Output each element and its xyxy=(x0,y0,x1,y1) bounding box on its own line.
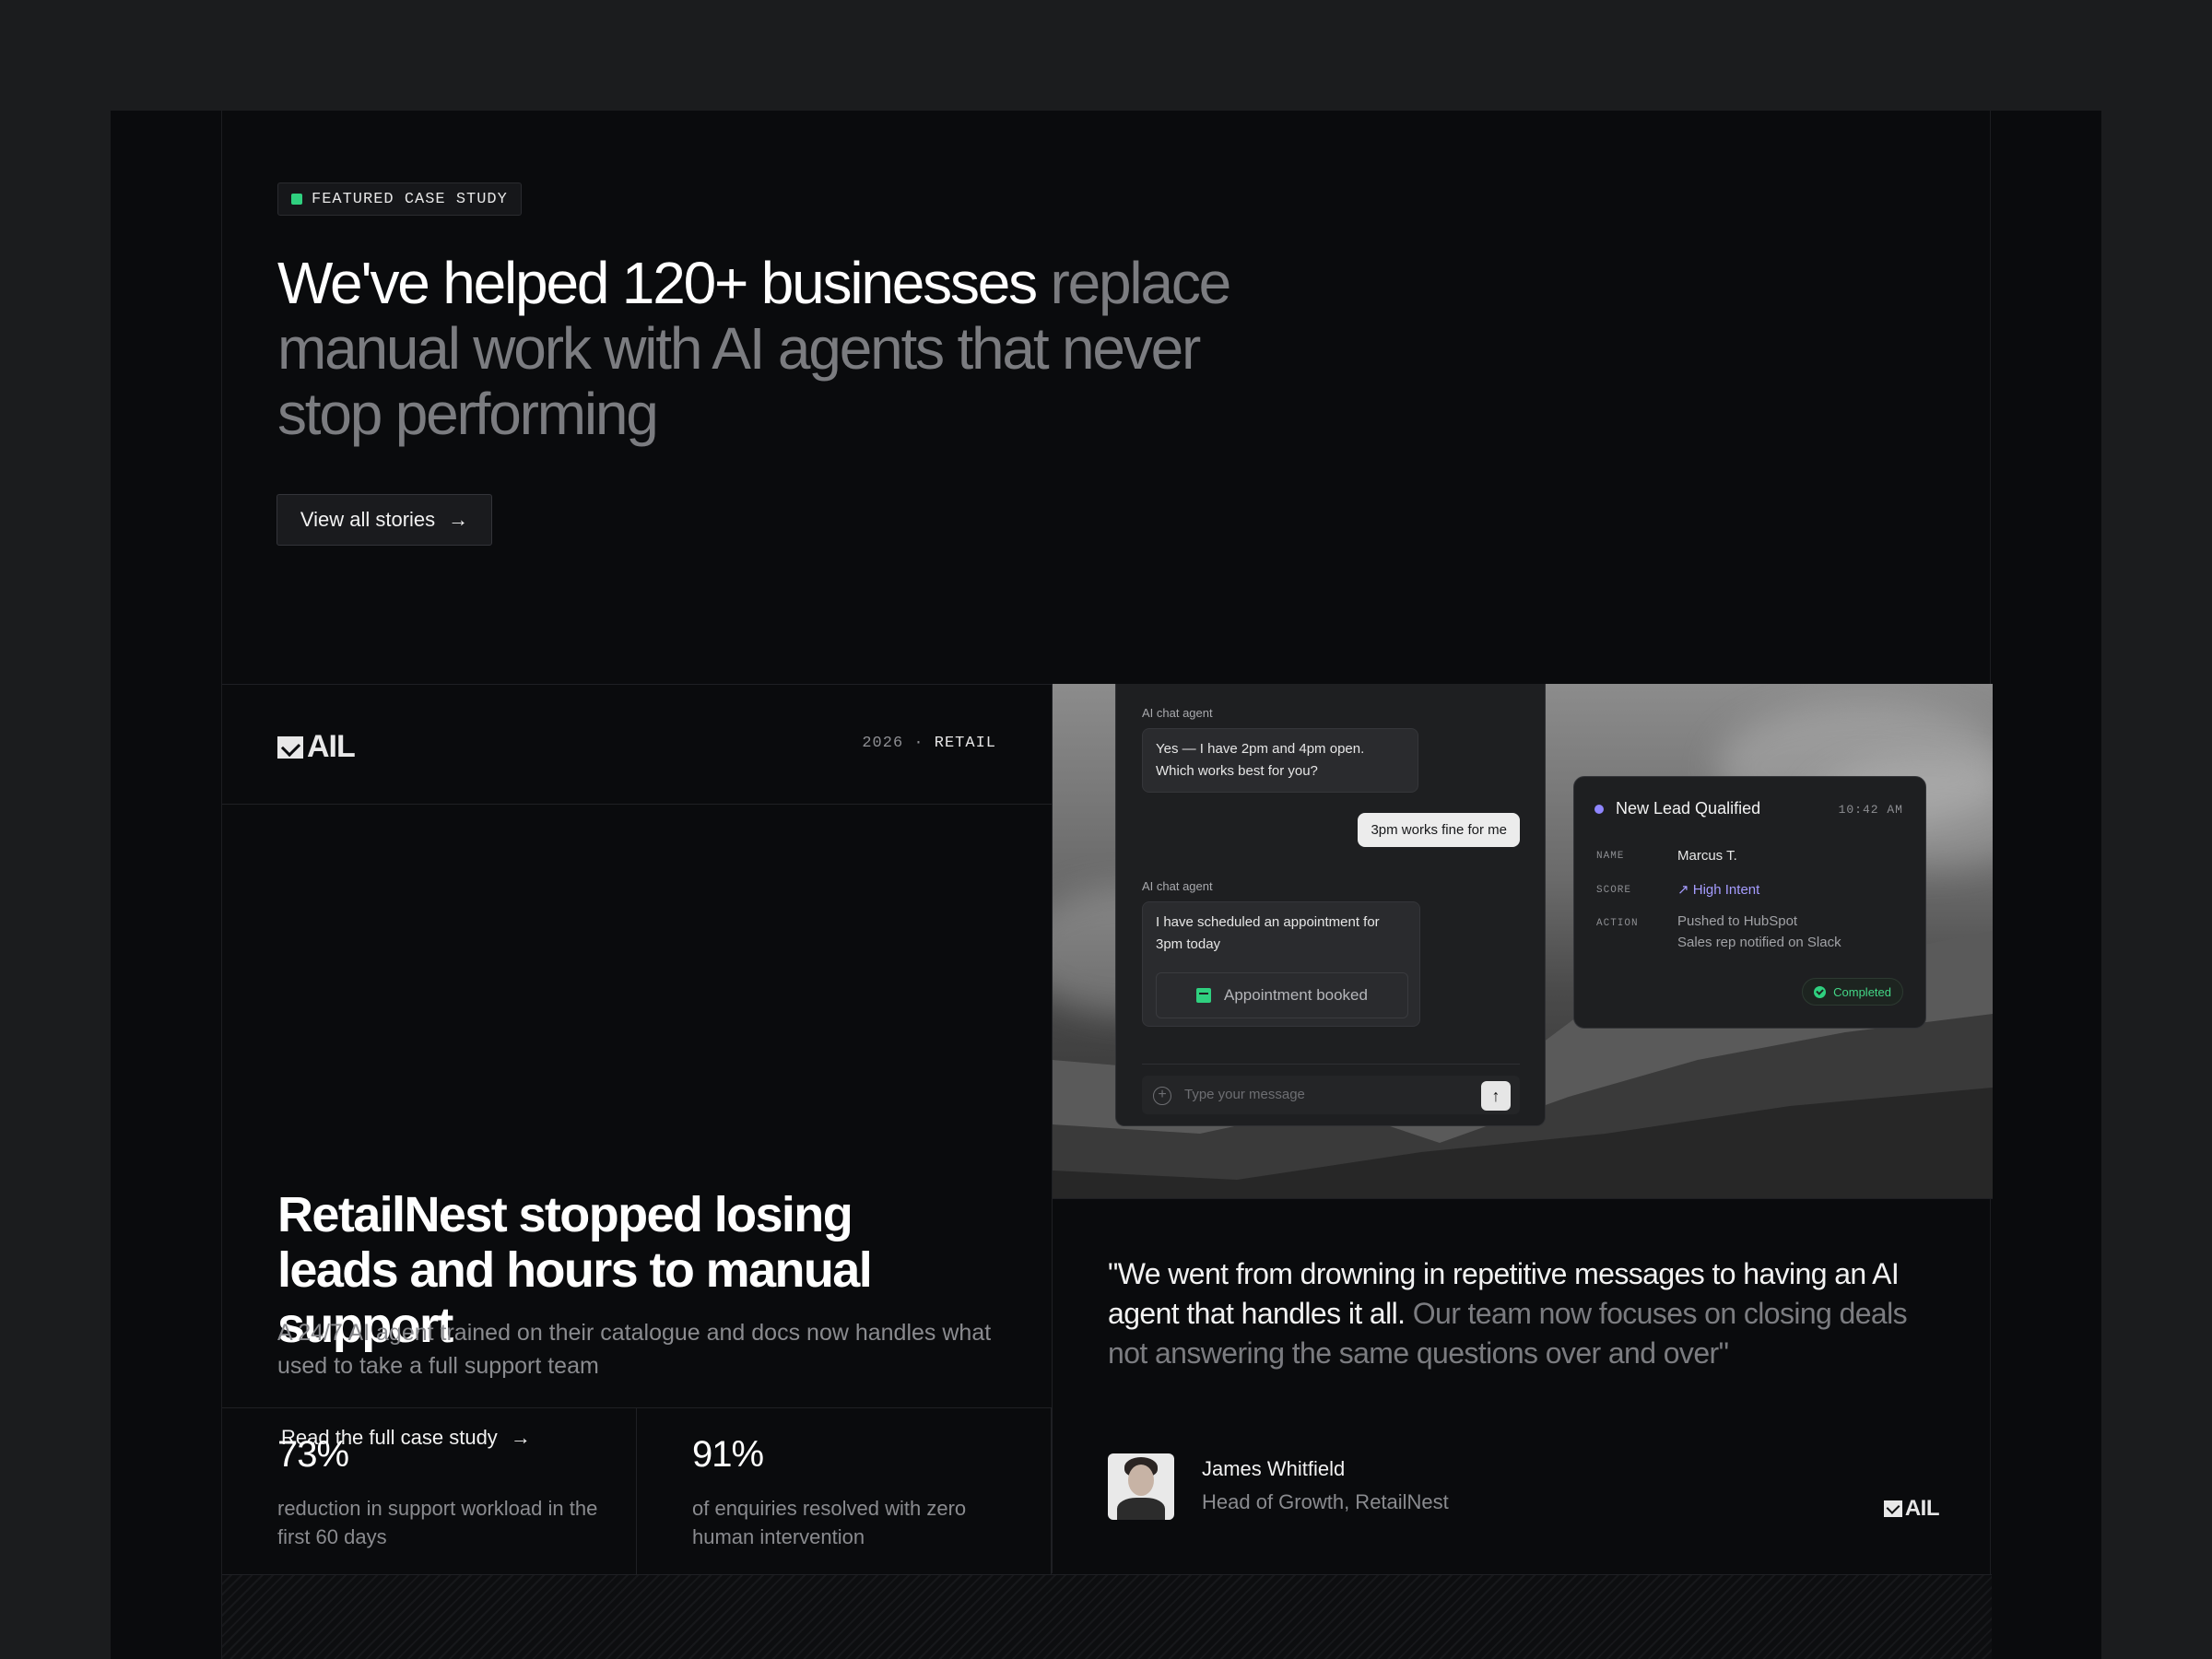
status-dot-icon xyxy=(1594,805,1604,814)
green-square-icon xyxy=(291,194,302,205)
message-input[interactable]: + Type your message ↑ xyxy=(1142,1076,1520,1114)
headline-strong: We've helped 120+ businesses xyxy=(277,250,1038,316)
chat-window: AI chat agent Yes — I have 2pm and 4pm o… xyxy=(1115,684,1546,1126)
company-logo: AIL xyxy=(1883,1496,1940,1522)
appointment-label: Appointment booked xyxy=(1224,986,1368,1004)
chat-message-agent: Yes — I have 2pm and 4pm open. Which wor… xyxy=(1142,728,1418,793)
case-study-category: RETAIL xyxy=(934,735,996,752)
case-study-header: AIL 2026 · RETAIL xyxy=(222,685,1052,805)
lead-score-text: High Intent xyxy=(1692,882,1760,898)
lead-value-score: ↗ High Intent xyxy=(1677,879,1759,900)
logo-mark-icon xyxy=(1883,1500,1902,1517)
view-all-stories-label: View all stories xyxy=(300,508,436,531)
lead-value-name: Marcus T. xyxy=(1677,848,1737,864)
status-badge: Completed xyxy=(1802,978,1903,1006)
chat-composer: + Type your message ↑ xyxy=(1142,1064,1520,1114)
status-badge-label: Completed xyxy=(1833,984,1891,999)
stat-value: 73% xyxy=(277,1434,349,1475)
plus-circle-icon[interactable]: + xyxy=(1153,1087,1171,1105)
person-role: Head of Growth, RetailNest xyxy=(1202,1490,1449,1513)
check-circle-icon xyxy=(1814,985,1827,998)
calendar-check-icon xyxy=(1196,988,1212,1003)
hatched-divider xyxy=(222,1574,1992,1659)
chat-message-text: I have scheduled an appointment for 3pm … xyxy=(1156,914,1380,952)
page-frame: FEATURED CASE STUDY We've helped 120+ bu… xyxy=(111,111,2101,1659)
case-study-year: 2026 xyxy=(862,735,904,752)
case-study-description: A 24/7 AI agent trained on their catalog… xyxy=(277,1320,992,1379)
featured-badge: FEATURED CASE STUDY xyxy=(277,182,522,216)
chat-agent-label: AI chat agent xyxy=(1142,879,1213,893)
lead-key-action: ACTION xyxy=(1596,918,1639,929)
stat-card: 73% reduction in support workload in the… xyxy=(222,1408,637,1574)
trending-up-icon: ↗ xyxy=(1677,882,1689,898)
testimonial-card: AI chat agent Yes — I have 2pm and 4pm o… xyxy=(1052,684,1993,1573)
content-column: FEATURED CASE STUDY We've helped 120+ bu… xyxy=(221,111,1993,1659)
lead-action-line: Sales rep notified on Slack xyxy=(1677,935,1841,950)
stat-value: 91% xyxy=(692,1434,764,1475)
lead-key-name: NAME xyxy=(1596,851,1625,862)
case-study-meta: 2026 · RETAIL xyxy=(862,735,996,752)
chat-message-user: 3pm works fine for me xyxy=(1358,813,1520,847)
view-all-stories-button[interactable]: View all stories → xyxy=(276,494,492,546)
lead-key-score: SCORE xyxy=(1596,885,1632,896)
stat-label: reduction in support workload in the fir… xyxy=(277,1497,598,1548)
lead-card-time: 10:42 AM xyxy=(1838,803,1903,817)
case-study-card: AIL 2026 · RETAIL RetailNest stopped los… xyxy=(222,684,1052,1449)
logo-mark-icon xyxy=(277,735,303,759)
company-logo-text: AIL xyxy=(1904,1496,1940,1521)
landscape-image: AI chat agent Yes — I have 2pm and 4pm o… xyxy=(1053,684,1993,1198)
lead-action-line: Pushed to HubSpot xyxy=(1677,913,1798,929)
testimonial-quote: "We went from drowning in repetitive mes… xyxy=(1108,1254,1937,1373)
lead-card-title: New Lead Qualified xyxy=(1616,799,1761,818)
stats-row: 73% reduction in support workload in the… xyxy=(222,1407,1052,1574)
chat-message-agent: I have scheduled an appointment for 3pm … xyxy=(1142,901,1420,1027)
stat-label: of enquiries resolved with zero human in… xyxy=(692,1497,967,1548)
lead-qualified-card: New Lead Qualified 10:42 AM NAME Marcus … xyxy=(1573,776,1926,1029)
arrow-right-icon: → xyxy=(448,508,469,531)
hero-headline: We've helped 120+ businesses replace man… xyxy=(277,251,1310,447)
person-name: James Whitfield xyxy=(1202,1457,1346,1480)
chat-agent-label: AI chat agent xyxy=(1142,706,1213,720)
company-logo: AIL xyxy=(277,729,356,765)
stat-card: 91% of enquiries resolved with zero huma… xyxy=(637,1408,1052,1574)
company-logo-text: AIL xyxy=(307,729,356,764)
testimonial-section: "We went from drowning in repetitive mes… xyxy=(1053,1198,1993,1573)
meta-separator: · xyxy=(913,735,924,752)
appointment-booked-chip: Appointment booked xyxy=(1156,972,1408,1018)
send-button[interactable]: ↑ xyxy=(1481,1081,1511,1111)
avatar xyxy=(1108,1453,1174,1520)
message-input-placeholder: Type your message xyxy=(1184,1087,1305,1102)
featured-badge-label: FEATURED CASE STUDY xyxy=(312,190,508,208)
